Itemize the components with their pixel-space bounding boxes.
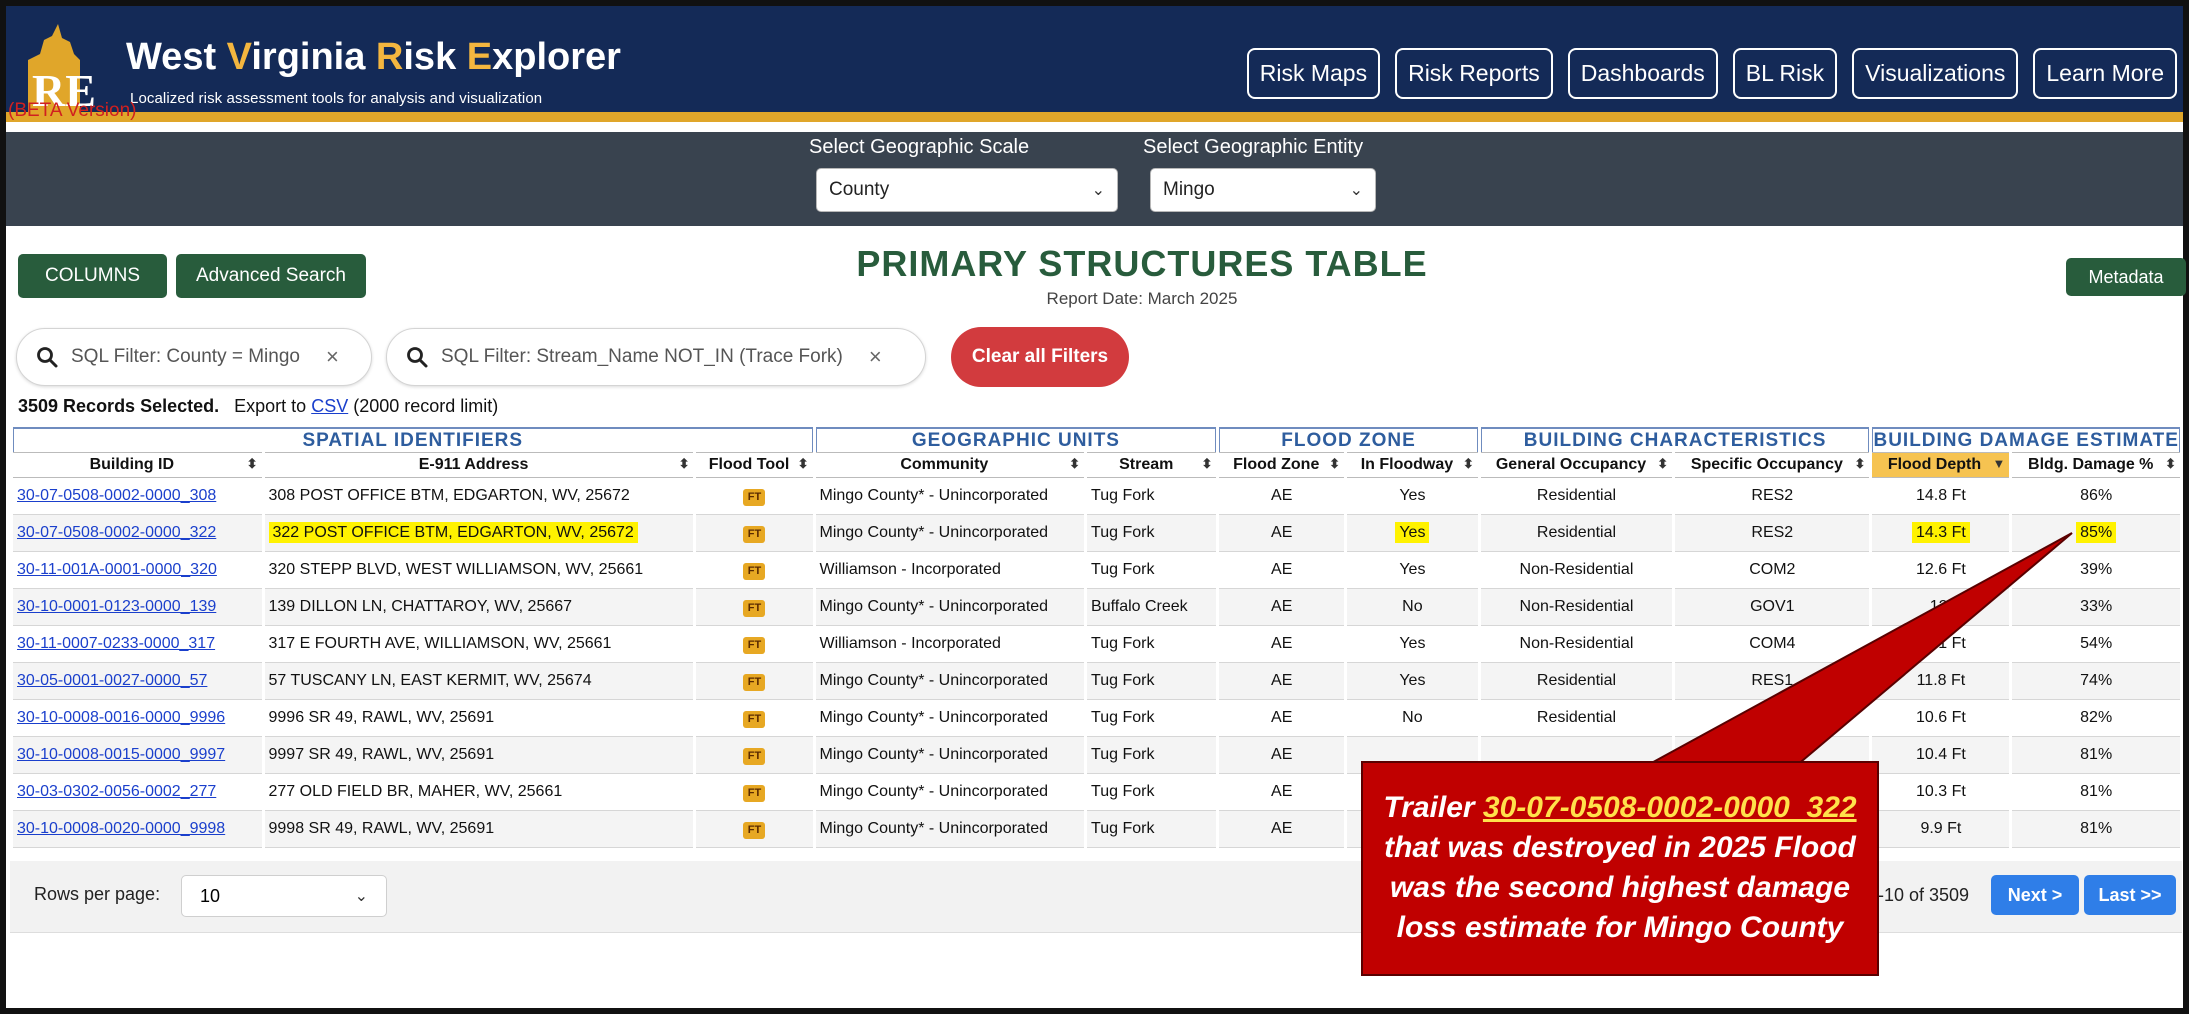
callout-line-2: that was destroyed in 2025 Flood: [1384, 831, 1856, 864]
callout-line-1: Trailer 30-07-0508-0002-0000_322: [1363, 788, 1877, 828]
callout-line-4: loss estimate for Mingo County: [1396, 911, 1844, 944]
callout-line-3: was the second highest damage: [1389, 871, 1851, 904]
callout-prefix: Trailer: [1383, 791, 1475, 824]
callout-building-link[interactable]: 30-07-0508-0002-0000_322: [1483, 791, 1857, 824]
annotation-callout: Trailer 30-07-0508-0002-0000_322 that wa…: [1361, 761, 1879, 976]
